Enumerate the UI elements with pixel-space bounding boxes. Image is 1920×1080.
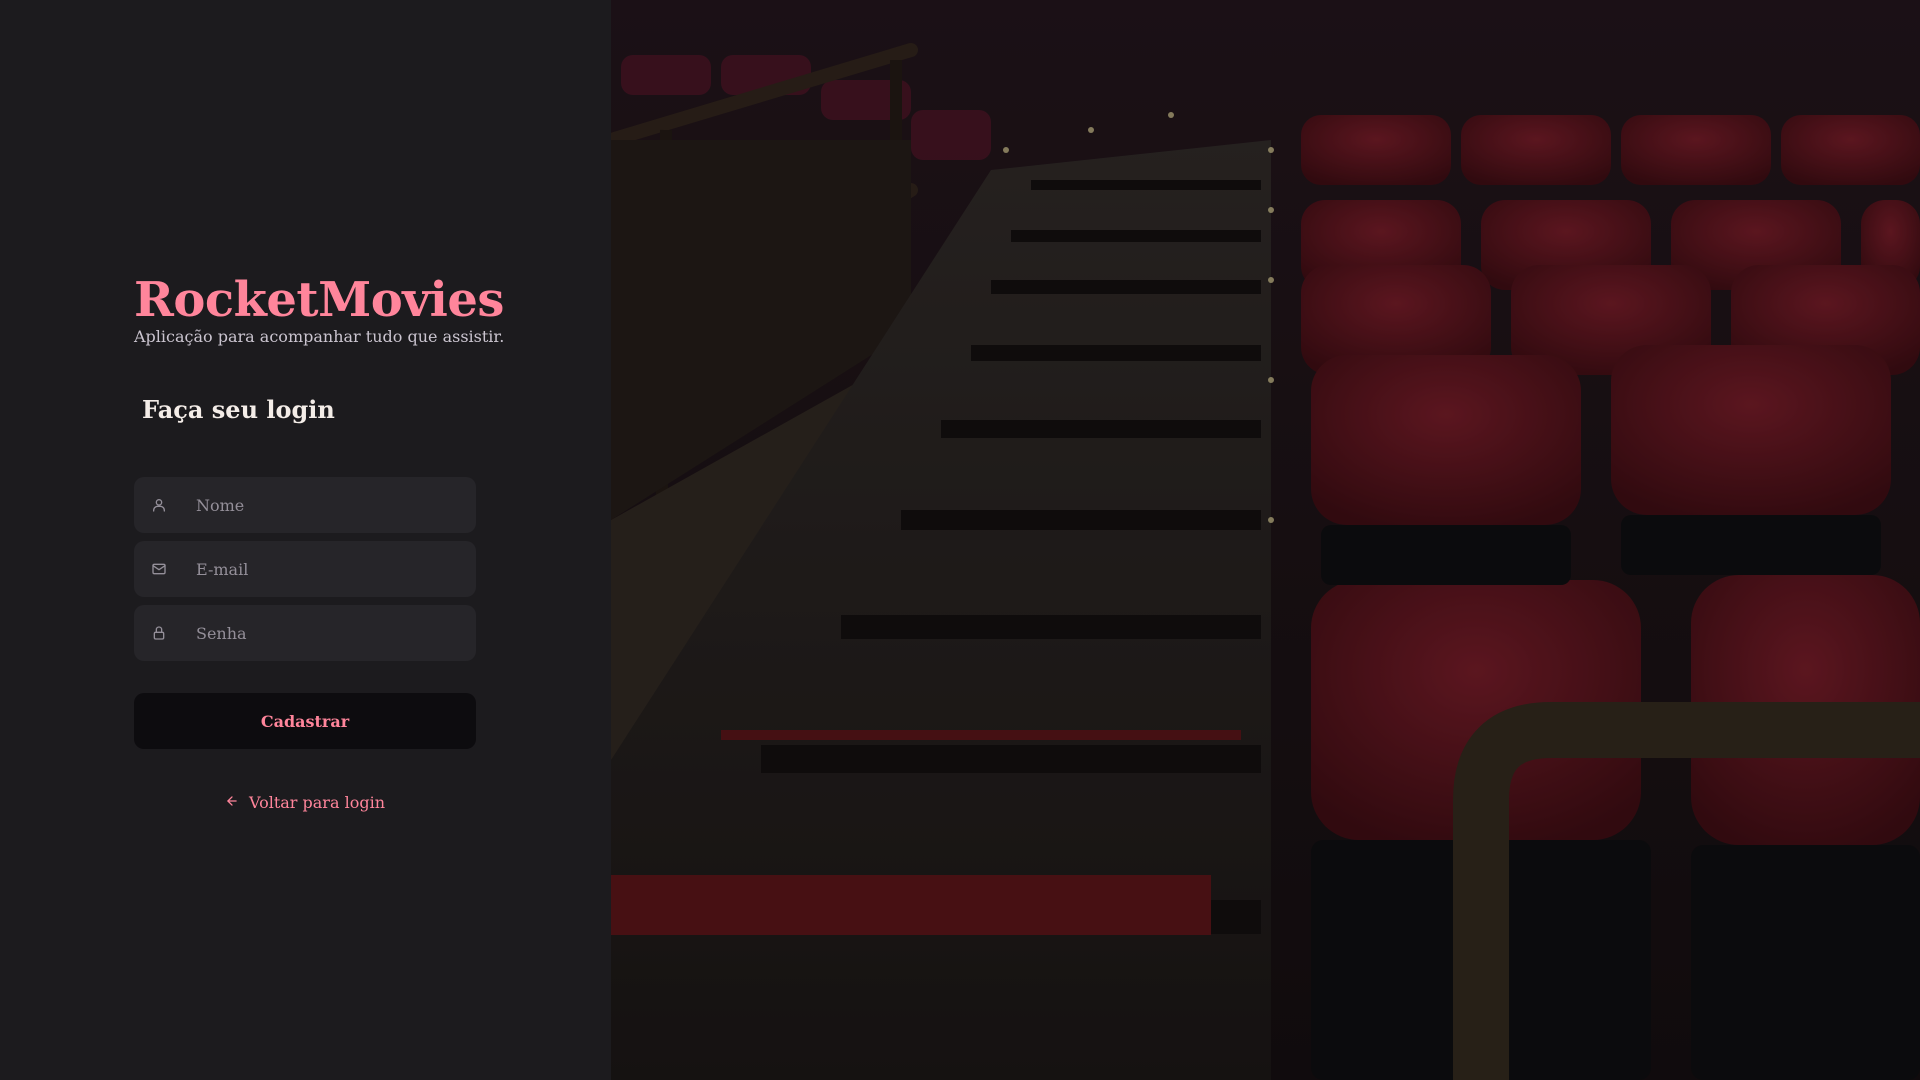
email-input[interactable]: [196, 541, 476, 597]
user-icon: [150, 496, 168, 514]
back-to-login-link[interactable]: Voltar para login: [134, 790, 476, 814]
background-image: [611, 0, 1920, 1080]
signup-page: RocketMovies Aplicação para acompanhar t…: [0, 0, 1920, 1080]
arrow-left-icon: [225, 794, 241, 810]
form-panel: RocketMovies Aplicação para acompanhar t…: [0, 0, 611, 1080]
brand: RocketMovies Aplicação para acompanhar t…: [134, 265, 505, 346]
password-field[interactable]: [134, 605, 476, 661]
form-heading: Faça seu login: [142, 395, 335, 424]
name-input[interactable]: [196, 477, 476, 533]
lock-icon: [150, 624, 168, 642]
background-overlay: [611, 0, 1920, 1080]
brand-subtitle: Aplicação para acompanhar tudo que assis…: [134, 327, 505, 346]
mail-icon: [150, 560, 168, 578]
brand-title: RocketMovies: [134, 272, 504, 328]
name-field[interactable]: [134, 477, 476, 533]
back-link-label: Voltar para login: [248, 792, 385, 812]
password-input[interactable]: [196, 605, 476, 661]
email-field[interactable]: [134, 541, 476, 597]
signup-button[interactable]: Cadastrar: [134, 693, 476, 749]
